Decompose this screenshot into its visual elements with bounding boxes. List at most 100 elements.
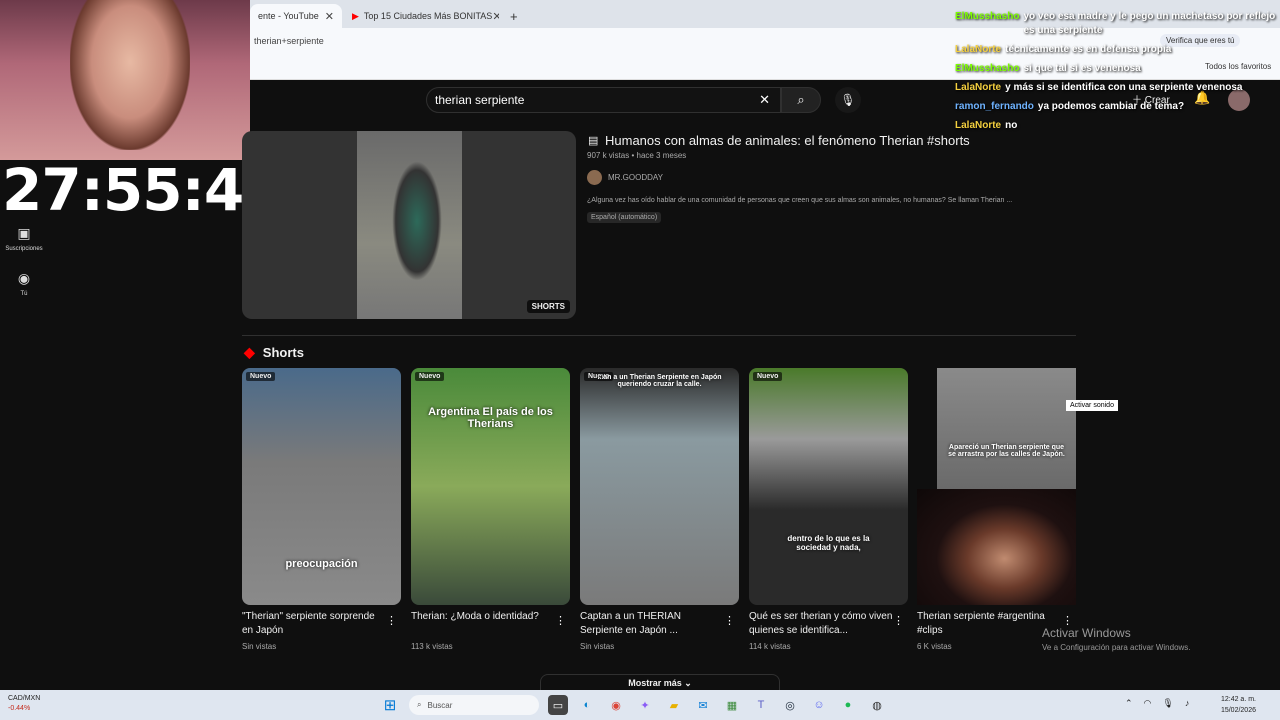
channel-avatar [587, 170, 602, 185]
chat-message: LalaNorte no [955, 119, 1280, 133]
youtube-icon: ▶ [352, 10, 359, 21]
app-icon[interactable]: ▦ [722, 695, 742, 715]
chat-text: y más si se identifica con una serpiente… [1005, 82, 1243, 93]
new-tab-button[interactable]: + [502, 4, 522, 28]
clock-time: 12:42 a. m. [1220, 696, 1256, 703]
teams-icon[interactable]: T [751, 695, 771, 715]
system-tray: ⌃ ◠ 🎙 ♪ [1125, 698, 1189, 709]
chat-text: no [1005, 120, 1018, 131]
chat-message: LalaNorte y más si se identifica con una … [955, 81, 1280, 95]
sidebar-label: Suscripciones [5, 246, 43, 252]
chrome-icon[interactable]: ◉ [606, 695, 626, 715]
short-caption: dentro de lo que es la sociedad y nada, [787, 534, 870, 552]
shorts-logo-icon: ◆ [244, 344, 255, 360]
obs-icon[interactable]: ◍ [867, 695, 887, 715]
sidebar-item-subscriptions[interactable]: ▣ Suscripciones [0, 225, 48, 252]
chat-message: ElMusshasho yo veo esa madre y le pego un… [955, 10, 1280, 38]
chat-text: si que tal si es venenosa [1023, 63, 1141, 74]
chat-user: ramon_fernando [955, 101, 1034, 112]
guest-webcam [917, 489, 1076, 605]
shorts-badge: SHORTS [526, 300, 570, 313]
streamer-webcam [0, 0, 250, 160]
shorts-title: Shorts [262, 345, 304, 360]
sidebar-item-you[interactable]: ◉ Tú [0, 270, 48, 297]
short-card[interactable]: Nuevo preocupación [242, 368, 401, 605]
url-text: therian+serpiente [254, 36, 324, 46]
taskbar-search[interactable]: ⌕ Buscar [409, 695, 539, 715]
short-views: 114 k vistas [749, 642, 791, 651]
more-options-icon[interactable]: ⋮ [555, 614, 566, 627]
short-card[interactable]: Nuevo ...an a un Therian Serpiente en Ja… [580, 368, 739, 605]
tab-label: ente - YouTube [258, 11, 319, 21]
more-options-icon[interactable]: ⋮ [724, 614, 735, 627]
new-badge: Nuevo [415, 372, 445, 381]
more-options-icon[interactable]: ⋮ [386, 614, 397, 627]
mic-button[interactable]: 🎙 [835, 87, 861, 113]
short-caption: Argentina El país de los Therians [428, 406, 553, 430]
search-placeholder: Buscar [427, 700, 453, 710]
playlist-icon: ▤ [588, 135, 599, 147]
new-badge: Nuevo [753, 372, 783, 381]
short-title[interactable]: Captan a un THERIAN Serpiente en Japón .… [580, 610, 725, 638]
short-card[interactable]: Apareció un Therian serpiente que se arr… [937, 368, 1076, 489]
spotify-icon[interactable]: ● [838, 695, 858, 715]
clear-icon[interactable]: ✕ [759, 92, 770, 108]
volume-icon[interactable]: ♪ [1185, 698, 1190, 709]
network-icon[interactable]: ◠ [1144, 698, 1152, 709]
steam-icon[interactable]: ◎ [780, 695, 800, 715]
you-icon: ◉ [17, 270, 31, 286]
stock-symbol: CAD/MXN [8, 695, 41, 702]
file-explorer-icon[interactable]: ▰ [664, 695, 684, 715]
chat-text: yo veo esa madre y le pego un machetaso … [1023, 11, 1276, 36]
windows-taskbar: CAD/MXN -0.44% ⊞ ⌕ Buscar ▭ ◐ ◉ ✦ ▰ ✉ ▦ T… [0, 690, 1280, 720]
chat-user: LalaNorte [955, 82, 1002, 93]
windows-activation-watermark: Activar Windows Ve a Configuración para … [1042, 626, 1191, 652]
chat-user: ElMusshasho [955, 63, 1020, 74]
video-description: ¿Alguna vez has oído hablar de una comun… [587, 197, 1013, 204]
stock-widget[interactable]: CAD/MXN -0.44% [8, 694, 40, 714]
search-icon: ⌕ [417, 700, 422, 709]
search-value: therian serpiente [435, 93, 525, 107]
video-thumbnail[interactable]: SHORTS [242, 131, 576, 319]
taskbar-apps: ⊞ ⌕ Buscar ▭ ◐ ◉ ✦ ▰ ✉ ▦ T ◎ ☺ ● ◍ [380, 695, 887, 715]
show-more-button[interactable]: Mostrar más ⌄ [540, 674, 780, 690]
channel-link[interactable]: MR.GOODDAY [587, 170, 663, 185]
close-icon[interactable]: ✕ [325, 10, 334, 23]
chat-user: LalaNorte [955, 44, 1002, 55]
edge-icon[interactable]: ◐ [577, 695, 597, 715]
tab-youtube[interactable]: ente - YouTube ✕ [250, 4, 342, 28]
short-title[interactable]: Therian: ¿Moda o identidad? [411, 610, 556, 624]
discord-icon[interactable]: ☺ [809, 695, 829, 715]
short-title[interactable]: Therian serpiente #argentina #clips [917, 610, 1062, 638]
taskbar-clock[interactable]: 12:42 a. m. 15/02/2026 [1221, 694, 1256, 716]
tab-ciudades[interactable]: ▶ Top 15 Ciudades Más BONITAS ✕ [344, 4, 499, 28]
outlook-icon[interactable]: ✉ [693, 695, 713, 715]
chat-message: ElMusshasho si que tal si es venenosa [955, 62, 1280, 76]
mic-icon[interactable]: 🎙 [1162, 698, 1173, 709]
more-options-icon[interactable]: ⋮ [893, 614, 904, 627]
show-more-label: Mostrar más [628, 678, 682, 688]
activation-subtitle: Ve a Configuración para activar Windows. [1042, 643, 1191, 652]
search-input[interactable]: therian serpiente ✕ [426, 87, 781, 113]
copilot-icon[interactable]: ✦ [635, 695, 655, 715]
close-icon[interactable]: ✕ [492, 10, 499, 23]
video-title[interactable]: Humanos con almas de animales: el fenóme… [605, 133, 970, 148]
chevron-up-icon[interactable]: ⌃ [1125, 698, 1133, 709]
short-title[interactable]: Qué es ser therian y cómo viven quienes … [749, 610, 894, 638]
stream-chat: ElMusshasho yo veo esa madre y le pego un… [955, 10, 1280, 138]
mic-icon: 🎙 [840, 93, 856, 107]
short-caption: preocupación [285, 558, 358, 570]
search-button[interactable]: ⌕ [781, 87, 821, 113]
task-view-icon[interactable]: ▭ [548, 695, 568, 715]
search-icon: ⌕ [797, 92, 805, 107]
tab-label: Top 15 Ciudades Más BONITAS [363, 11, 493, 21]
unmute-tooltip: Activar sonido [1066, 400, 1118, 411]
short-views: 6 K vistas [917, 642, 952, 651]
short-card[interactable]: Nuevo Argentina El país de los Therians [411, 368, 570, 605]
stream-timer: 27:55:43 [2, 156, 284, 224]
windows-start-icon[interactable]: ⊞ [380, 695, 400, 715]
short-views: Sin vistas [242, 642, 277, 651]
short-title[interactable]: "Therian" serpiente sorprende en Japón [242, 610, 387, 638]
short-card[interactable]: Nuevo dentro de lo que es la sociedad y … [749, 368, 908, 605]
video-meta: 907 k vistas • hace 3 meses [587, 151, 687, 160]
